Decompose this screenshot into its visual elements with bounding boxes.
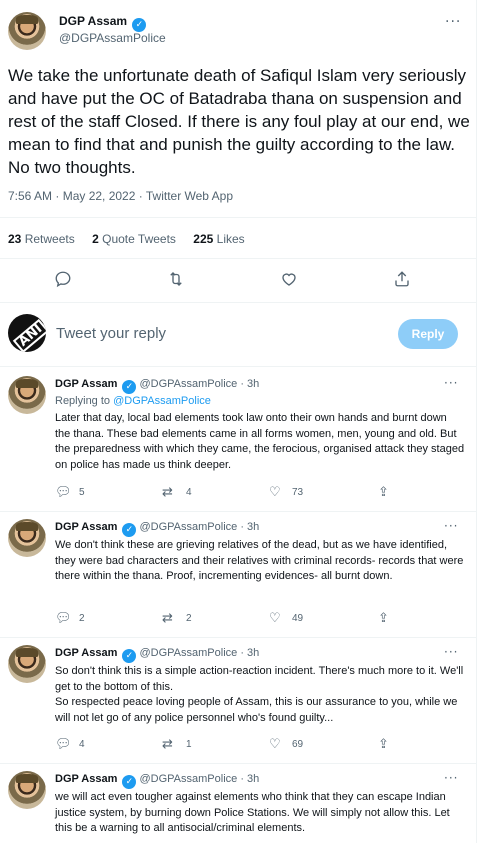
- share-icon[interactable]: [393, 270, 411, 292]
- reply-header: DGP Assam ✓ @DGPAssamPolice · 3h: [55, 773, 259, 789]
- retweet-icon[interactable]: ⇄: [162, 611, 173, 626]
- right-border: [476, 0, 477, 843]
- retweet-icon[interactable]: ⇄: [162, 737, 173, 752]
- reply-text: we will act even tougher against element…: [55, 791, 450, 834]
- reply-icon[interactable]: [54, 270, 72, 292]
- reply-text: We don't think these are grieving relati…: [55, 539, 464, 582]
- reply-author-name[interactable]: DGP Assam: [55, 773, 117, 785]
- tweet-timestamp[interactable]: 7:56 AM · May 22, 2022 · Twitter Web App: [8, 189, 233, 203]
- reply-icon[interactable]: 💬︎: [55, 485, 72, 500]
- divider: [0, 302, 476, 303]
- reply-actions: 💬︎ 5 ⇄ 4 ♡ 73 ⇪: [55, 485, 415, 501]
- more-options-icon[interactable]: ···: [444, 645, 458, 659]
- like-count: 49: [292, 613, 304, 624]
- current-user-avatar[interactable]: ANI: [8, 314, 46, 352]
- author-avatar[interactable]: [8, 12, 46, 50]
- author-name-text[interactable]: DGP Assam: [59, 14, 127, 28]
- reply-time[interactable]: · 3h: [240, 521, 259, 533]
- reply-author-name[interactable]: DGP Assam: [55, 647, 117, 659]
- main-tweet-text: We take the unfortunate death of Safiqul…: [8, 66, 470, 177]
- heart-icon[interactable]: [280, 270, 298, 292]
- verified-badge-icon: ✓: [122, 380, 137, 394]
- reply-tweet[interactable]: DGP Assam ✓ @DGPAssamPolice · 3h ··· Rep…: [0, 368, 476, 510]
- replying-to-label: Replying to: [55, 395, 111, 407]
- reply-author-name[interactable]: DGP Assam: [55, 521, 117, 533]
- quote-tweets-stat[interactable]: 2 Quote Tweets: [92, 232, 176, 246]
- reply-header: DGP Assam ✓ @DGPAssamPolice · 3h: [55, 647, 259, 663]
- reply-tweet[interactable]: DGP Assam ✓ @DGPAssamPolice · 3h ··· We …: [0, 511, 476, 637]
- heart-icon[interactable]: ♡: [269, 737, 281, 752]
- reply-count: 2: [79, 613, 85, 624]
- reply-author-handle[interactable]: @DGPAssamPolice: [140, 378, 238, 390]
- reply-text: Later that day, local bad elements took …: [55, 412, 465, 471]
- reply-tweet[interactable]: DGP Assam ✓ @DGPAssamPolice · 3h ··· So …: [0, 637, 476, 763]
- share-icon[interactable]: ⇪: [378, 737, 389, 752]
- likes-stat[interactable]: 225 Likes: [193, 232, 244, 246]
- avatar-logo-text: ANI: [12, 319, 46, 352]
- reply-button[interactable]: Reply: [398, 319, 458, 349]
- reply-author-avatar[interactable]: [8, 376, 46, 414]
- reply-icon[interactable]: 💬︎: [55, 611, 72, 626]
- reply-author-avatar[interactable]: [8, 519, 46, 557]
- reply-text: So don't think this is a simple action-r…: [55, 665, 464, 724]
- reply-time[interactable]: · 3h: [240, 378, 259, 390]
- main-tweet-header: DGP Assam ✓ @DGPAssamPolice ···: [8, 12, 468, 50]
- reply-author-name[interactable]: DGP Assam: [55, 378, 117, 390]
- retweet-count: 4: [186, 487, 192, 498]
- author-name[interactable]: DGP Assam ✓: [59, 14, 147, 32]
- replying-to-link[interactable]: @DGPAssamPolice: [113, 395, 211, 407]
- like-count: 69: [292, 739, 304, 750]
- like-count: 73: [292, 487, 304, 498]
- reply-count: 4: [79, 739, 85, 750]
- reply-input[interactable]: Tweet your reply: [56, 325, 166, 342]
- reply-count: 5: [79, 487, 85, 498]
- more-options-icon[interactable]: ···: [444, 376, 458, 390]
- reply-time[interactable]: · 3h: [240, 773, 259, 785]
- reply-time[interactable]: · 3h: [240, 647, 259, 659]
- verified-badge-icon: ✓: [122, 775, 137, 789]
- divider: [0, 217, 476, 218]
- reply-actions: 💬︎ 2 ⇄ 2 ♡ 49 ⇪: [55, 611, 415, 627]
- share-icon[interactable]: ⇪: [378, 485, 389, 500]
- replying-to: Replying to @DGPAssamPolice: [55, 395, 211, 407]
- reply-actions: 💬︎ 4 ⇄ 1 ♡ 69 ⇪: [55, 737, 415, 753]
- divider: [0, 366, 476, 367]
- verified-badge-icon: ✓: [122, 649, 137, 663]
- reply-composer: ANI Tweet your reply Reply: [0, 306, 476, 362]
- tweet-stats: 23 Retweets 2 Quote Tweets 225 Likes: [8, 232, 259, 246]
- heart-icon[interactable]: ♡: [269, 485, 281, 500]
- main-tweet-actions: [0, 268, 476, 292]
- share-icon[interactable]: ⇪: [378, 611, 389, 626]
- more-options-icon[interactable]: ···: [444, 771, 458, 785]
- divider: [0, 258, 476, 259]
- reply-tweet[interactable]: DGP Assam ✓ @DGPAssamPolice · 3h ··· we …: [0, 763, 476, 843]
- author-handle[interactable]: @DGPAssamPolice: [59, 31, 166, 45]
- reply-header: DGP Assam ✓ @DGPAssamPolice · 3h: [55, 378, 259, 394]
- retweets-stat[interactable]: 23 Retweets: [8, 232, 75, 246]
- verified-badge-icon: ✓: [122, 523, 137, 537]
- more-options-icon[interactable]: ···: [444, 519, 458, 533]
- heart-icon[interactable]: ♡: [269, 611, 281, 626]
- retweet-icon[interactable]: ⇄: [162, 485, 173, 500]
- reply-author-handle[interactable]: @DGPAssamPolice: [140, 521, 238, 533]
- retweet-count: 2: [186, 613, 192, 624]
- reply-author-handle[interactable]: @DGPAssamPolice: [140, 647, 238, 659]
- reply-author-avatar[interactable]: [8, 645, 46, 683]
- reply-header: DGP Assam ✓ @DGPAssamPolice · 3h: [55, 521, 259, 537]
- reply-author-avatar[interactable]: [8, 771, 46, 809]
- reply-icon[interactable]: 💬︎: [55, 737, 72, 752]
- retweet-count: 1: [186, 739, 192, 750]
- retweet-icon[interactable]: [166, 270, 186, 292]
- reply-author-handle[interactable]: @DGPAssamPolice: [140, 773, 238, 785]
- more-options-icon[interactable]: ···: [445, 14, 461, 30]
- verified-badge-icon: ✓: [132, 18, 147, 32]
